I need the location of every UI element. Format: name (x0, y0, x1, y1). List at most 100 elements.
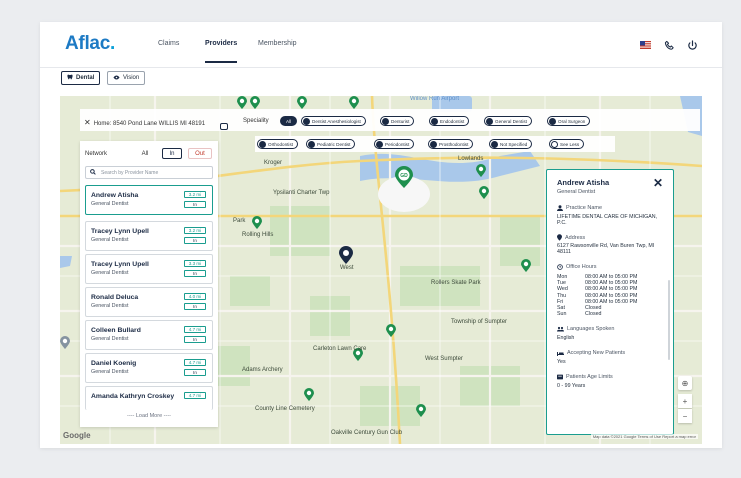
chip-periodontist[interactable]: Periodontist (374, 139, 415, 149)
locate-me-button[interactable]: ⊕ (678, 376, 692, 390)
network-badge: In (184, 336, 206, 343)
person-icon (557, 205, 563, 211)
close-icon[interactable]: ✕ (84, 118, 91, 127)
provider-card[interactable]: Ronald Deluca General Dentist 4.0 mi In (85, 287, 213, 317)
map-marker[interactable] (386, 324, 396, 337)
home-marker[interactable] (339, 246, 353, 264)
distance-badge: 3.3 mi (184, 260, 206, 267)
provider-card[interactable]: Andrew Atisha General Dentist 3.2 mi In (85, 185, 213, 215)
aflac-logo[interactable]: Aflac. (65, 33, 115, 55)
chip-all[interactable]: All (280, 116, 298, 126)
map-label: Kroger (264, 160, 283, 166)
chip-prosthodontist[interactable]: Prosthodontist (428, 139, 474, 149)
clock-icon (557, 264, 563, 270)
distance-badge: 3.2 mi (184, 227, 206, 234)
provider-card[interactable]: Tracey Lynn Upell General Dentist 3.3 mi… (85, 254, 213, 284)
nav-claims[interactable]: Claims (158, 40, 179, 47)
specialty-icon (259, 140, 266, 148)
filter-bar-row2: Orthodontist Pediatric Dentist Periodont… (255, 136, 615, 152)
map-marker[interactable] (297, 96, 307, 109)
distance-badge: 3.2 mi (184, 191, 206, 198)
distance-badge: 4.7 mi (184, 359, 206, 366)
specialty-icon (303, 117, 310, 125)
chip-endodontist[interactable]: Endodontist (429, 116, 470, 126)
eye-icon (113, 75, 120, 82)
practice-heading: Practice Name (557, 205, 602, 211)
map-marker[interactable] (349, 96, 359, 109)
tooth-icon (67, 74, 73, 82)
provider-name: Daniel Koenig (91, 360, 137, 367)
chip-denturist[interactable]: Denturist (380, 116, 415, 126)
minus-icon (551, 140, 558, 148)
detail-specialty: General Dentist (557, 189, 596, 195)
map-marker[interactable] (416, 404, 426, 417)
provider-name: Colleen Bullard (91, 327, 141, 334)
marker-label: GD (400, 173, 408, 179)
provider-search-input[interactable]: Search by Provider Name (85, 166, 213, 179)
provider-name: Ronald Deluca (91, 294, 139, 301)
map-label: County Line Cemetery (255, 406, 315, 412)
provider-card[interactable]: Amanda Kathryn Croskey 4.7 mi (85, 386, 213, 410)
nav-providers[interactable]: Providers (205, 40, 238, 63)
google-logo: Google (63, 431, 91, 440)
map-label: Rolling Hills (242, 232, 274, 238)
specialty-icon (486, 117, 493, 125)
vision-toggle-label: Vision (123, 75, 140, 81)
filter-bar: ✕ Home: 8540 Pond Lane WILLIS MI 48191 Sp… (80, 109, 700, 131)
app-frame: Aflac. Claims Providers Membership Denta… (40, 22, 722, 448)
provider-specialty: General Dentist (91, 201, 129, 207)
edit-address-icon[interactable] (220, 123, 228, 130)
network-badge: In (184, 369, 206, 376)
chip-orthodontist[interactable]: Orthodontist (257, 139, 299, 149)
home-address: ✕ Home: 8540 Pond Lane WILLIS MI 48191 (84, 118, 206, 127)
specialty-icon (491, 140, 498, 148)
chip-not-specified[interactable]: Not Specified (489, 139, 533, 149)
provider-name: Tracey Lynn Upell (91, 228, 149, 235)
map-marker[interactable] (476, 164, 486, 177)
provider-specialty: General Dentist (91, 270, 129, 276)
provider-card[interactable]: Colleen Bullard General Dentist 4.7 mi I… (85, 320, 213, 350)
chip-general-dentist[interactable]: General Dentist (484, 116, 532, 126)
zoom-in-button[interactable]: + (678, 394, 692, 408)
specialty-icon (376, 140, 383, 148)
selected-provider-marker[interactable]: GD (395, 166, 413, 188)
map-attribution[interactable]: Map data ©2021 Google Terms of Use Repor… (590, 434, 698, 439)
power-icon[interactable] (685, 38, 699, 52)
nav-membership[interactable]: Membership (258, 40, 297, 47)
provider-specialty: General Dentist (91, 303, 129, 309)
distance-badge: 4.7 mi (184, 392, 206, 399)
provider-detail-panel: Andrew Atisha General Dentist ✕ Practice… (546, 169, 674, 435)
chip-pediatric-dentist[interactable]: Pediatric Dentist (306, 139, 356, 149)
vision-toggle[interactable]: Vision (107, 71, 146, 85)
map-marker[interactable] (252, 216, 262, 229)
location-pin-icon (557, 234, 562, 241)
map-marker[interactable] (60, 336, 70, 349)
id-card-icon (557, 374, 563, 380)
close-icon[interactable]: ✕ (653, 176, 663, 190)
chip-dentist-anesthesiologist[interactable]: Dentist Anesthesiologist (301, 116, 366, 126)
network-out-button[interactable]: Out (188, 148, 212, 159)
provider-card[interactable]: Tracey Lynn Upell General Dentist 3.2 mi… (85, 221, 213, 251)
map-marker[interactable] (304, 388, 314, 401)
chip-see-less[interactable]: See Less (549, 139, 585, 149)
network-badge: In (184, 303, 206, 310)
map-canvas[interactable]: GD Ypsilanti Charter Twp Rollers Skate P… (60, 96, 702, 444)
us-flag-icon[interactable] (638, 38, 652, 52)
provider-card[interactable]: Daniel Koenig General Dentist 4.7 mi In (85, 353, 213, 383)
map-marker[interactable] (250, 96, 260, 109)
map-marker[interactable] (479, 186, 489, 199)
map-marker[interactable] (237, 96, 247, 109)
practice-name: LIFETIME DENTAL CARE OF MICHIGAN, P.C. (557, 214, 658, 227)
detail-scrollbar[interactable] (668, 280, 670, 360)
network-in-button[interactable]: In (162, 148, 182, 159)
age-heading: Patients Age Limits (557, 374, 613, 380)
network-all-button[interactable]: All (135, 148, 155, 159)
dental-toggle[interactable]: Dental (61, 71, 101, 85)
zoom-out-button[interactable]: − (678, 409, 692, 423)
load-more-link[interactable]: ---- Load More ---- (80, 413, 218, 419)
chip-oral-surgeon[interactable]: Oral Surgeon (547, 116, 591, 126)
map-label: Ypsilanti Charter Twp (273, 190, 330, 196)
provider-list-panel: Network All In Out Search by Provider Na… (80, 141, 218, 427)
map-marker[interactable] (521, 259, 531, 272)
phone-icon[interactable] (662, 38, 676, 52)
